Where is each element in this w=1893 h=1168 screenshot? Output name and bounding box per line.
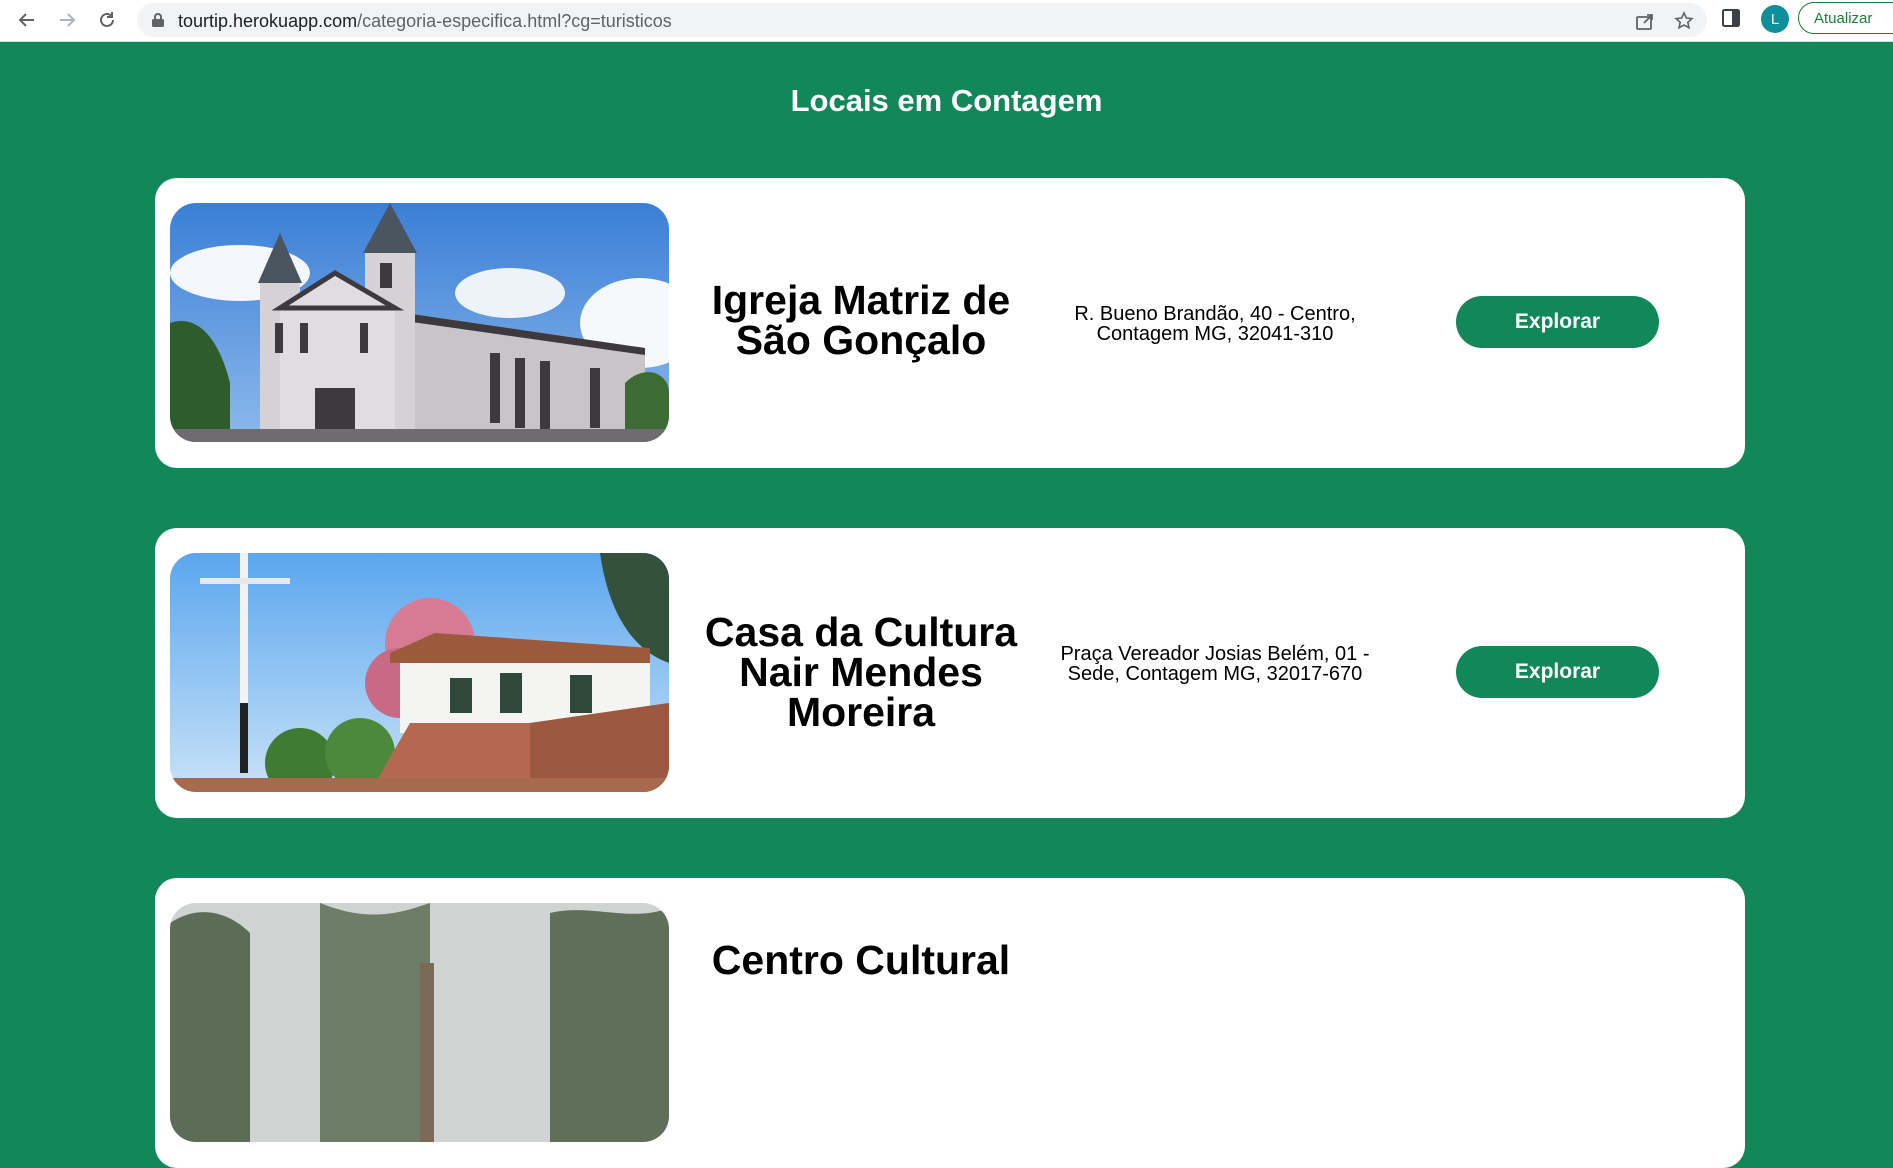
forward-button[interactable] [51,4,83,36]
page-title: Locais em Contagem [790,83,1103,118]
share-icon [1636,14,1653,30]
url-host: tourtip.herokuapp.com [178,11,358,31]
reload-button[interactable] [91,4,123,36]
share-button[interactable] [1634,10,1656,32]
church-image [170,203,669,442]
browser-toolbar: tourtip.herokuapp.com/categoria-especifi… [0,0,1893,42]
place-name: Centro Cultural [711,937,1011,983]
back-button[interactable] [11,4,43,36]
address-bar[interactable]: tourtip.herokuapp.com/categoria-especifi… [137,3,1707,37]
profile-avatar[interactable]: L [1761,5,1789,33]
place-name: Casa da Cultura Nair Mendes Moreira [704,609,1018,735]
lock-icon [152,13,164,27]
place-card: Casa da Cultura Nair Mendes Moreira Praç… [155,528,1745,818]
place-card: Centro Cultural [155,878,1745,1168]
place-photo-church [170,203,669,442]
cultural-center-image [170,903,669,1142]
url-path: /categoria-especifica.html?cg=turisticos [357,11,672,31]
place-photo-house [170,553,669,792]
bookmark-button[interactable] [1673,10,1695,32]
place-photo-cultural-center [170,903,669,1142]
explore-button[interactable]: Explorar [1456,296,1659,348]
arrow-right-icon [60,13,76,27]
update-button[interactable]: Atualizar [1798,2,1893,34]
update-label: Atualizar [1814,9,1873,27]
explore-button[interactable]: Explorar [1456,646,1659,698]
url-text[interactable]: tourtip.herokuapp.com/categoria-especifi… [178,11,672,32]
side-panel-icon[interactable] [1722,9,1740,27]
arrow-left-icon [18,13,34,27]
place-address: R. Bueno Brandão, 40 - Centro, Contagem … [1074,303,1356,345]
reload-icon [100,12,114,27]
place-name: Igreja Matriz de São Gonçalo [711,277,1011,363]
cultural-house-image [170,553,669,792]
star-icon [1674,11,1694,30]
place-card: Igreja Matriz de São Gonçalo R. Bueno Br… [155,178,1745,468]
place-address: Praça Vereador Josias Belém, 01 - Sede, … [1060,643,1370,685]
avatar-letter: L [1770,10,1780,28]
